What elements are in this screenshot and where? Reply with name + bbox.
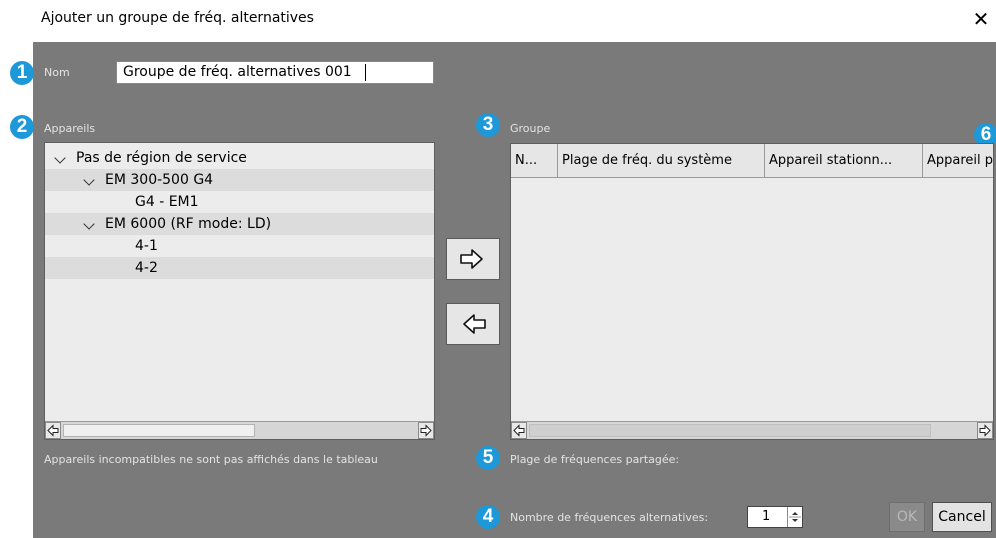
callout-badge-1: 1 [10,61,34,85]
scroll-right-arrow-icon[interactable] [418,422,434,439]
tree-item-4-1[interactable]: 4-1 [45,235,434,257]
ok-button[interactable]: OK [889,502,925,532]
tree-item-region[interactable]: Pas de région de service [45,147,434,169]
alt-count-label: Nombre de fréquences alternatives: [510,511,709,524]
tree-item-em6000[interactable]: EM 6000 (RF mode: LD) [45,213,434,235]
callout-badge-5: 5 [476,446,500,470]
remove-from-group-button[interactable] [446,303,500,345]
devices-label: Appareils [44,122,96,135]
chevron-down-icon[interactable] [83,174,95,186]
tree-item-label: 4-2 [135,260,158,276]
group-name-input[interactable]: Groupe de fréq. alternatives 001 [116,61,434,84]
scrollbar-thumb[interactable] [529,424,931,437]
devices-tree[interactable]: Pas de région de service EM 300-500 G4 G… [44,142,435,440]
column-header-label: Plage de fréq. du système [562,153,732,168]
column-header-portable-device[interactable]: Appareil p [923,144,994,178]
shared-range-label: Plage de fréquences partagée: [510,453,680,466]
tree-item-label: G4 - EM1 [135,194,199,210]
text-caret [365,64,366,81]
group-horizontal-scrollbar[interactable] [511,421,993,439]
scrollbar-thumb[interactable] [63,424,255,437]
callout-badge-3: 3 [476,113,500,137]
arrow-left-icon [463,314,486,334]
name-label: Nom [44,66,70,79]
callout-badge-4: 4 [476,505,500,529]
tree-item-label: EM 300-500 G4 [105,172,214,188]
column-header-label: N... [515,153,538,168]
column-header-label: Appareil p [927,153,994,168]
chevron-down-icon[interactable] [54,152,66,164]
callout-badge-2: 2 [10,115,34,139]
column-header-system-range[interactable]: Plage de fréq. du système [558,144,765,178]
devices-horizontal-scrollbar[interactable] [45,421,434,439]
chevron-down-icon[interactable] [83,218,95,230]
tree-item-em300[interactable]: EM 300-500 G4 [45,169,434,191]
incompatible-devices-note: Appareils incompatibles ne sont pas affi… [44,453,378,466]
stepper-value: 1 [762,509,771,524]
arrow-right-icon [460,249,483,269]
tree-item-label: Pas de région de service [76,150,247,166]
alt-count-stepper[interactable]: 1 [747,506,803,528]
scroll-left-arrow-icon[interactable] [511,422,527,439]
close-icon[interactable]: ✕ [970,6,992,32]
group-label: Groupe [510,122,551,135]
title-bar: Ajouter un groupe de fréq. alternatives … [0,0,996,42]
column-header-label: Appareil stationn... [769,153,893,168]
tree-item-g4-em1[interactable]: G4 - EM1 [45,191,434,213]
stepper-buttons[interactable] [787,507,802,527]
column-header-number[interactable]: N... [511,144,558,178]
window-title: Ajouter un groupe de fréq. alternatives [41,10,314,26]
scroll-right-arrow-icon[interactable] [977,422,993,439]
cancel-button[interactable]: Cancel [932,502,992,532]
group-table[interactable]: N... Plage de fréq. du système Appareil … [510,143,994,440]
tree-item-label: 4-1 [135,238,158,254]
tree-item-label: EM 6000 (RF mode: LD) [105,216,272,232]
scroll-left-arrow-icon[interactable] [45,422,61,439]
add-to-group-button[interactable] [446,238,500,280]
tree-item-4-2[interactable]: 4-2 [45,257,434,279]
column-header-stationary-device[interactable]: Appareil stationn... [765,144,923,178]
